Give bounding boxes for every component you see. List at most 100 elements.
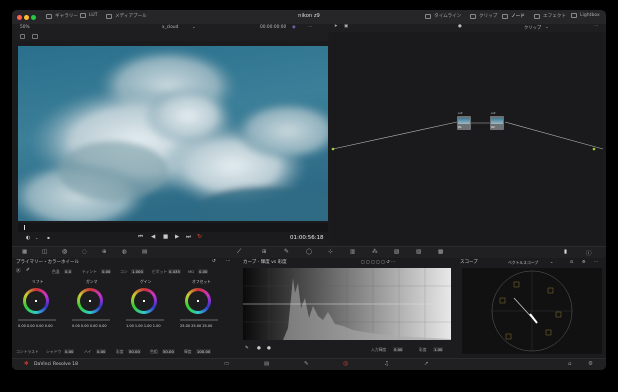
viewer-image[interactable] (18, 46, 328, 221)
wheel-values[interactable]: 0.00 0.00 0.00 0.00 (18, 324, 53, 328)
node-mode-select[interactable]: クリップ (524, 25, 541, 31)
skip-forward-icon[interactable]: ⏭ (186, 234, 191, 241)
node-01[interactable]: sdr 01 (457, 111, 471, 130)
curves-option-icon[interactable]: ▢ ▢ ▢ ▢ ▢ ↺ ⋯ (361, 259, 395, 264)
cut-page-icon[interactable]: ▭ (224, 361, 229, 367)
gain-wheel[interactable]: ゲイン 1.00 1.00 1.00 1.00 (126, 279, 172, 345)
color-wheel-ring[interactable] (185, 288, 211, 314)
settings-icon[interactable]: ⚙ (588, 361, 593, 367)
playhead[interactable] (24, 225, 25, 230)
clip-dropdown-icon[interactable]: ⌄ (192, 25, 196, 30)
deliver-page-icon[interactable]: ➚ (424, 361, 429, 367)
loop-icon[interactable]: ↻ (197, 233, 202, 240)
node-02[interactable]: sdr 02 (490, 111, 504, 130)
effects-tab[interactable]: エフェクト (534, 13, 566, 19)
tint-label: ティント (82, 269, 97, 274)
primaries-params-row: Ⓐ ✐ 色温 0.0 ティント 0.00 コン 1.000 ピボット 0.435… (16, 268, 238, 276)
home-icon[interactable]: ⌂ (568, 361, 572, 367)
temp-value[interactable]: 0.0 (64, 269, 73, 274)
magic-mask-icon[interactable]: ▥ (350, 249, 355, 255)
color-match-icon[interactable]: ◫ (42, 249, 47, 255)
shadow-value[interactable]: 0.00 (64, 349, 75, 354)
curve-sat-value[interactable]: 1.00 (433, 347, 444, 352)
select-tool-icon[interactable]: ▣ (344, 24, 348, 29)
luma-label: 輝度 (184, 349, 192, 354)
key-icon[interactable]: ▧ (394, 249, 399, 255)
lightbox-tab[interactable]: Lightbox (571, 13, 600, 18)
node-editor[interactable]: sdr 01 sdr 02 (331, 32, 604, 244)
blur-icon[interactable]: ⁂ (372, 249, 378, 255)
saturation-value[interactable]: 50.00 (128, 349, 141, 354)
clip-tab[interactable]: クリップ (470, 13, 497, 19)
tint-value[interactable]: 0.00 (101, 269, 112, 274)
curve-picker-icon[interactable]: ✎ (245, 346, 249, 351)
edit-page-icon[interactable]: ▤ (264, 361, 269, 367)
fairlight-page-icon[interactable]: ♫ (384, 361, 389, 367)
motion-effects-icon[interactable]: ◍ (122, 249, 127, 255)
scope-settings-icon[interactable]: ⚙ (582, 259, 586, 264)
audio-dropdown-icon[interactable]: ⌄ (35, 235, 38, 240)
curve-color-dot-icon[interactable]: ● (257, 346, 261, 351)
input-luma-value[interactable]: 0.00 (393, 347, 404, 352)
pivot-value[interactable]: 0.435 (168, 269, 181, 274)
reverse-play-icon[interactable]: ◀ (151, 234, 155, 240)
offset-wheel[interactable]: オフセット 25.00 25.00 25.00 (180, 279, 232, 345)
qualifier-icon[interactable]: ✎ (284, 248, 289, 255)
hdr-icon[interactable]: ◌ (82, 249, 87, 255)
timeline-tab[interactable]: タイムライン (425, 13, 461, 19)
palette-toolbar: ▦ ◫ ◎ ◌ ⊕ ◍ ▤ ⟋ ⊞ ✎ ◯ ⊹ ▥ ⁂ ▧ ▨ ▩ ▮ ⓘ (12, 246, 606, 258)
window-icon[interactable]: ◯ (306, 249, 312, 255)
curves-icon[interactable]: ⟋ (237, 248, 241, 256)
viewer-options-icon[interactable]: ◉ (292, 25, 296, 30)
picker-icon[interactable]: ✐ (26, 268, 30, 273)
sizing-icon[interactable]: ▨ (416, 249, 421, 255)
scopes-toggle-icon[interactable]: ▮ (564, 249, 567, 255)
node-mode-dropdown-icon[interactable]: ⌄ (545, 25, 549, 30)
highlight-value[interactable]: 0.00 (96, 349, 107, 354)
viewer-scrubber[interactable] (18, 223, 328, 232)
viewer-menu-icon[interactable]: ⋯ (308, 25, 312, 30)
lift-wheel[interactable]: リフト 0.00 0.00 0.00 0.00 (18, 279, 64, 345)
info-icon[interactable]: ⓘ (586, 249, 592, 257)
wheel-values[interactable]: 0.00 0.00 0.00 0.00 (72, 324, 107, 328)
vectorscope (462, 268, 602, 354)
color-wheel-ring[interactable] (131, 288, 157, 314)
split-screen-icon[interactable] (32, 34, 38, 39)
stop-icon[interactable]: ■ (163, 234, 168, 240)
3d-icon[interactable]: ▩ (438, 249, 443, 255)
wheel-values[interactable]: 25.00 25.00 25.00 (180, 324, 212, 328)
color-page-icon[interactable]: ◎ (343, 360, 348, 367)
color-wheel-ring[interactable] (77, 288, 103, 314)
color-wheel-ring[interactable] (23, 288, 49, 314)
scope-menu-icon[interactable]: ⋯ (594, 259, 598, 264)
audio-icon[interactable]: ◐ (26, 235, 30, 241)
primaries-reset-icon[interactable]: ↺ (212, 259, 216, 264)
node-menu-icon[interactable]: ⋯ (594, 24, 598, 29)
pointer-tool-icon[interactable]: ➤ (334, 24, 338, 29)
primaries-menu-icon[interactable]: ⋯ (226, 259, 231, 264)
camera-raw-icon[interactable]: ▦ (22, 249, 27, 255)
play-icon[interactable]: ▶ (175, 234, 179, 240)
scope-mode-select[interactable]: ベクトルスコープ (508, 260, 538, 266)
tracker-icon[interactable]: ⊹ (328, 249, 333, 255)
zoom-select[interactable]: 50% (20, 25, 30, 30)
curve-gray-dot-icon[interactable]: ● (267, 346, 271, 351)
nodes-tab[interactable]: ノード (502, 13, 525, 19)
grab-still-icon[interactable]: ▤ (142, 249, 147, 255)
fusion-page-icon[interactable]: ✎ (304, 361, 309, 367)
curve-graph[interactable] (243, 268, 451, 340)
luma-value[interactable]: 100.00 (196, 349, 212, 354)
gamma-wheel[interactable]: ガンマ 0.00 0.00 0.00 0.00 (72, 279, 118, 345)
md-value[interactable]: 0.00 (198, 269, 209, 274)
skip-back-icon[interactable]: ⏮ (138, 234, 143, 241)
warper-icon[interactable]: ⊞ (262, 249, 267, 255)
wipe-icon[interactable] (20, 34, 25, 39)
scope-mode-dropdown-icon[interactable]: ⌄ (550, 259, 553, 264)
rgb-mixer-icon[interactable]: ⊕ (102, 249, 107, 255)
color-wheels-icon[interactable]: ◎ (62, 248, 67, 255)
hue-value[interactable]: 50.00 (162, 349, 175, 354)
contrast-value[interactable]: 1.000 (131, 269, 144, 274)
wheel-values[interactable]: 1.00 1.00 1.00 1.00 (126, 324, 161, 328)
scope-zoom-icon[interactable]: ⊡ (570, 259, 573, 264)
auto-balance-icon[interactable]: Ⓐ (16, 268, 21, 274)
